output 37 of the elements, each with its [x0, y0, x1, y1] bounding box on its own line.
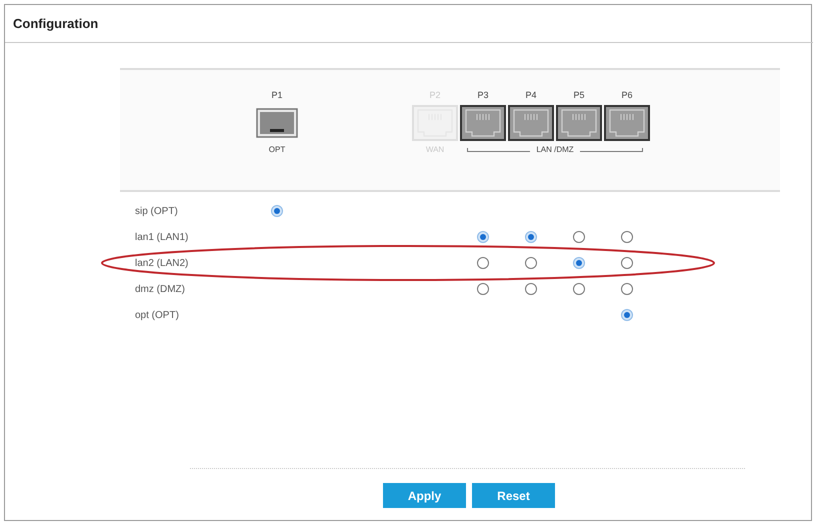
radio-button[interactable] — [271, 205, 283, 217]
radio-button[interactable] — [477, 257, 489, 269]
ethernet-port-icon — [604, 105, 650, 141]
ethernet-port-icon — [412, 105, 458, 141]
radio-button[interactable] — [525, 257, 537, 269]
port-group-label: OPT — [268, 144, 286, 156]
bracket-line — [580, 148, 643, 152]
sfp-port-icon — [256, 108, 298, 138]
action-button[interactable]: Apply — [383, 483, 466, 508]
radio-button[interactable] — [477, 231, 489, 243]
port-label: P6 — [620, 89, 634, 102]
radio-button[interactable] — [525, 231, 537, 243]
ethernet-port-icon — [556, 105, 602, 141]
radio-button[interactable] — [573, 231, 585, 243]
port-label: P5 — [572, 89, 586, 102]
radio-button[interactable] — [573, 283, 585, 295]
row-label: lan1 (LAN1) — [134, 230, 190, 244]
radio-button[interactable] — [621, 283, 633, 295]
port-label: P1 — [270, 89, 284, 102]
radio-button[interactable] — [477, 283, 489, 295]
bracket-line — [467, 148, 530, 152]
radio-button[interactable] — [621, 309, 633, 321]
row-label: lan2 (LAN2) — [134, 256, 190, 270]
row-label: opt (OPT) — [134, 308, 180, 322]
row-label: sip (OPT) — [134, 204, 179, 218]
radio-button[interactable] — [621, 257, 633, 269]
ethernet-port-icon — [460, 105, 506, 141]
ethernet-port-icon — [508, 105, 554, 141]
action-button[interactable]: Reset — [472, 483, 555, 508]
radio-button[interactable] — [621, 231, 633, 243]
port-label: P3 — [476, 89, 490, 102]
radio-button[interactable] — [525, 283, 537, 295]
port-label: P4 — [524, 89, 538, 102]
section-title: Configuration — [13, 14, 98, 33]
row-label: dmz (DMZ) — [134, 282, 186, 296]
radio-button[interactable] — [573, 257, 585, 269]
port-group-label: LAN /DMZ — [536, 144, 574, 156]
